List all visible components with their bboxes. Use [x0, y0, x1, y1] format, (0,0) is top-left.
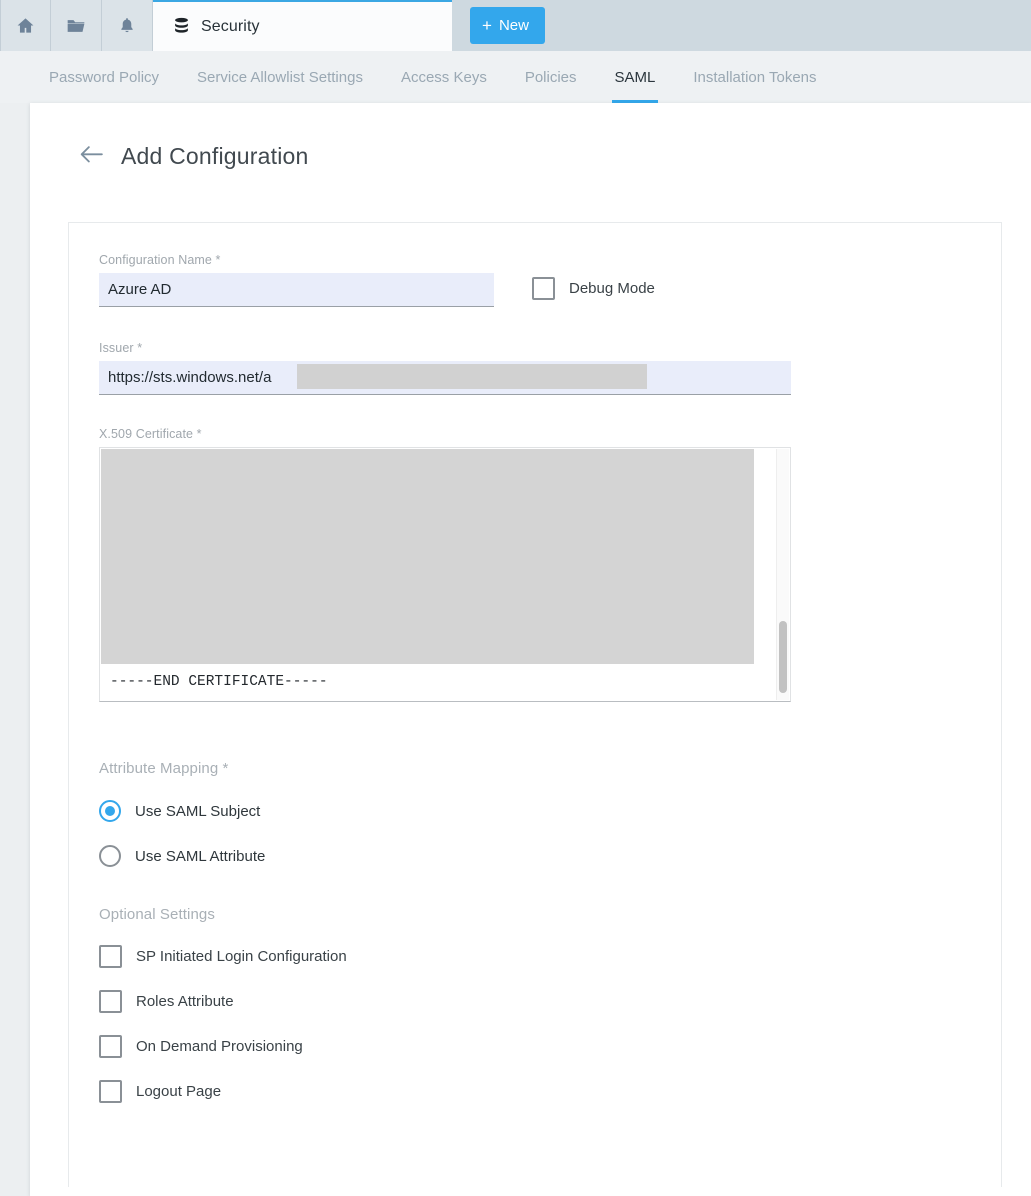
page-header: Add Configuration — [30, 103, 1031, 170]
new-button[interactable]: + New — [470, 7, 545, 44]
tab-password-policy[interactable]: Password Policy — [30, 51, 178, 103]
checkbox-label: On Demand Provisioning — [136, 1038, 303, 1055]
radio-label: Use SAML Attribute — [135, 848, 265, 865]
folder-icon — [66, 16, 86, 36]
debug-mode-checkbox-row[interactable]: Debug Mode — [532, 277, 655, 300]
new-button-label: New — [499, 17, 529, 34]
checkbox-row-sp-initiated-login-configuration[interactable]: SP Initiated Login Configuration — [99, 945, 971, 968]
tab-label: Installation Tokens — [693, 69, 816, 86]
certificate-textarea[interactable]: -----END CERTIFICATE----- — [99, 447, 791, 702]
radio-use-saml-subject[interactable] — [99, 800, 121, 822]
checkbox-row-logout-page[interactable]: Logout Page — [99, 1080, 971, 1103]
checkbox-label: Roles Attribute — [136, 993, 234, 1010]
database-icon — [173, 17, 190, 36]
content-card: Add Configuration Configuration Name * A… — [30, 103, 1031, 1196]
attribute-mapping-group: Attribute Mapping * Use SAML Subject Use… — [99, 760, 971, 867]
certificate-scrollbar-thumb[interactable] — [779, 621, 787, 693]
certificate-field-group: X.509 Certificate * -----END CERTIFICATE… — [99, 427, 971, 702]
checkbox-logout-page[interactable] — [99, 1080, 122, 1103]
issuer-field-group: Issuer * https://sts.windows.net/a — [99, 341, 971, 395]
configuration-name-field-group: Configuration Name * Azure AD — [99, 253, 494, 307]
certificate-scrollbar-track[interactable] — [776, 449, 789, 700]
saml-configuration-form: Configuration Name * Azure AD Debug Mode… — [68, 222, 1002, 1187]
tab-label: Policies — [525, 69, 577, 86]
issuer-value: https://sts.windows.net/a — [108, 369, 271, 386]
plus-icon: + — [482, 17, 492, 34]
home-icon — [16, 16, 35, 35]
page-title: Add Configuration — [121, 143, 309, 170]
issuer-label: Issuer * — [99, 341, 971, 355]
checkbox-label: Logout Page — [136, 1083, 221, 1100]
configuration-name-value: Azure AD — [108, 281, 171, 298]
application-window: Security + New Password Policy Service A… — [0, 0, 1031, 1196]
checkbox-row-on-demand-provisioning[interactable]: On Demand Provisioning — [99, 1035, 971, 1058]
arrow-left-icon — [80, 146, 103, 168]
issuer-redaction-overlay — [297, 364, 647, 389]
configuration-name-input[interactable]: Azure AD — [99, 273, 494, 307]
tab-access-keys[interactable]: Access Keys — [382, 51, 506, 103]
checkbox-sp-initiated-login-configuration[interactable] — [99, 945, 122, 968]
radio-row-use-saml-attribute[interactable]: Use SAML Attribute — [99, 845, 971, 867]
top-chrome-bar: Security + New — [0, 0, 1031, 51]
optional-settings-group: Optional Settings SP Initiated Login Con… — [99, 906, 971, 1103]
configuration-name-row: Configuration Name * Azure AD Debug Mode — [99, 253, 971, 307]
optional-settings-label: Optional Settings — [99, 906, 971, 923]
certificate-label: X.509 Certificate * — [99, 427, 971, 441]
radio-row-use-saml-subject[interactable]: Use SAML Subject — [99, 800, 971, 822]
attribute-mapping-label: Attribute Mapping * — [99, 760, 971, 777]
radio-use-saml-attribute[interactable] — [99, 845, 121, 867]
tab-label: Password Policy — [49, 69, 159, 86]
tab-policies[interactable]: Policies — [506, 51, 596, 103]
sub-tab-bar: Password Policy Service Allowlist Settin… — [0, 51, 1031, 103]
tab-label: Service Allowlist Settings — [197, 69, 363, 86]
app-tab-security[interactable]: Security — [153, 0, 452, 51]
back-button[interactable] — [78, 144, 104, 170]
home-icon-button[interactable] — [0, 0, 51, 51]
configuration-name-label: Configuration Name * — [99, 253, 494, 267]
tab-saml[interactable]: SAML — [596, 51, 675, 103]
checkbox-row-roles-attribute[interactable]: Roles Attribute — [99, 990, 971, 1013]
bell-icon-button[interactable] — [102, 0, 153, 51]
checkbox-roles-attribute[interactable] — [99, 990, 122, 1013]
certificate-redaction-overlay — [101, 449, 754, 664]
tab-installation-tokens[interactable]: Installation Tokens — [674, 51, 835, 103]
checkbox-label: SP Initiated Login Configuration — [136, 948, 347, 965]
folder-icon-button[interactable] — [51, 0, 102, 51]
radio-label: Use SAML Subject — [135, 803, 260, 820]
debug-mode-checkbox[interactable] — [532, 277, 555, 300]
app-tab-title: Security — [201, 18, 260, 36]
bell-icon — [118, 16, 136, 35]
tab-service-allowlist-settings[interactable]: Service Allowlist Settings — [178, 51, 382, 103]
debug-mode-label: Debug Mode — [569, 280, 655, 297]
tab-label: Access Keys — [401, 69, 487, 86]
tab-label: SAML — [615, 69, 656, 86]
checkbox-on-demand-provisioning[interactable] — [99, 1035, 122, 1058]
